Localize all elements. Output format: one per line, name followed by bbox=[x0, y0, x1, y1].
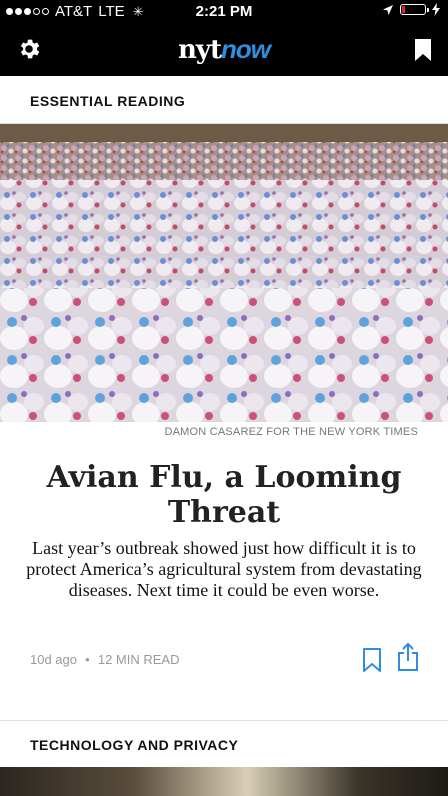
section-header-essential-reading[interactable]: ESSENTIAL READING bbox=[0, 77, 448, 124]
status-bar: AT&T LTE ✳ 2:21 PM bbox=[0, 0, 448, 24]
photo-credit: DAMON CASAREZ FOR THE NEW YORK TIMES bbox=[164, 426, 418, 438]
article-summary[interactable]: Last year’s outbreak showed just how dif… bbox=[24, 538, 424, 601]
article-read-time: 12 MIN READ bbox=[97, 652, 180, 667]
next-article-photo[interactable] bbox=[0, 767, 448, 796]
share-icon[interactable] bbox=[396, 642, 420, 672]
status-time: 2:21 PM bbox=[195, 3, 253, 20]
status-right bbox=[382, 3, 440, 16]
article-photo[interactable] bbox=[0, 124, 448, 422]
section-title: ESSENTIAL READING bbox=[30, 93, 186, 109]
charging-bolt-icon bbox=[432, 3, 440, 16]
section-header-technology-privacy[interactable]: TECHNOLOGY AND PRIVACY bbox=[0, 721, 448, 767]
app-logo: nytnow bbox=[0, 34, 448, 65]
logo-now: now bbox=[221, 34, 271, 64]
article-age: 10d ago bbox=[30, 652, 77, 667]
logo-nyt: nyt bbox=[177, 35, 222, 65]
section-title: TECHNOLOGY AND PRIVACY bbox=[30, 737, 239, 753]
battery-icon bbox=[400, 4, 429, 15]
meta-separator: ● bbox=[85, 655, 90, 664]
turkey-flock-image bbox=[0, 124, 448, 422]
article-headline[interactable]: Avian Flu, a Looming Threat bbox=[30, 460, 418, 530]
app-header: nytnow bbox=[0, 24, 448, 76]
save-article-bookmark-icon[interactable] bbox=[362, 647, 382, 673]
article-meta: 10d ago ● 12 MIN READ bbox=[30, 652, 179, 667]
location-arrow-icon bbox=[383, 4, 393, 15]
bookmark-icon[interactable] bbox=[414, 38, 432, 62]
battery-level bbox=[402, 6, 405, 13]
